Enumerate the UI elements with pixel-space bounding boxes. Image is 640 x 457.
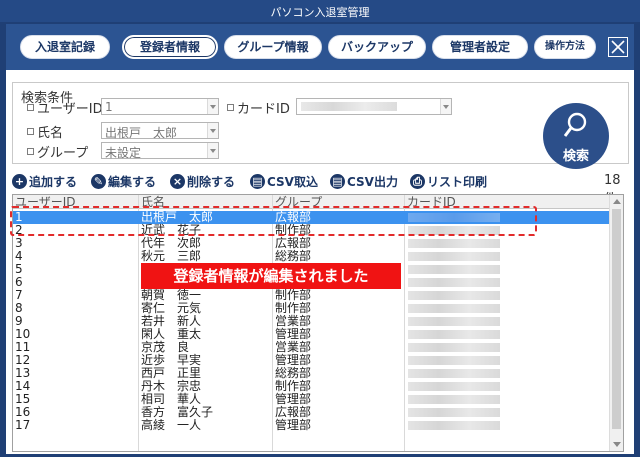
edit-label: 編集する — [108, 174, 157, 189]
cell-card-id-redacted — [408, 252, 500, 261]
card-id-redacted — [301, 102, 397, 111]
card-id-combo[interactable] — [296, 98, 452, 115]
table-row[interactable]: 11 京茂 良営業部 — [13, 341, 609, 354]
cell-card-id-redacted — [408, 382, 500, 391]
table-row[interactable]: 7 朝賀 徳一 制作部 — [13, 289, 609, 302]
csv-export-button[interactable]: ▤ CSV出力 — [330, 172, 398, 190]
window-title: パソコン入退室管理 — [270, 6, 370, 19]
table-body: 1出根戸 太郎広報部2近武 花子制作部3代年 次郎広報部4秋元 三郎総務部5日6… — [13, 211, 609, 432]
user-id-combo[interactable]: 1 — [101, 98, 219, 115]
close-icon — [611, 40, 625, 54]
table-row[interactable]: 17 高綾 一人 管理部 — [13, 419, 609, 432]
group-value: 未設定 — [105, 146, 142, 160]
name-filter[interactable]: 氏名 — [27, 121, 63, 141]
content-panel: 検索条件 ユーザーID 1 カードID 氏名 出根戸 太郎 グループ 未設定 検… — [6, 70, 634, 454]
delete-button[interactable]: × 削除する — [170, 172, 235, 190]
table-row[interactable]: 4 秋元 三郎 総務部 — [13, 250, 609, 263]
name-combo[interactable]: 出根戸 太郎 — [101, 122, 219, 140]
tab-entry-log[interactable]: 入退室記録 — [20, 35, 110, 59]
cell-card-id-redacted — [408, 343, 500, 352]
search-icon — [564, 112, 587, 137]
card-id-label: カードID — [237, 101, 290, 117]
cell-card-id-redacted — [408, 395, 500, 404]
title-bar: パソコン入退室管理 — [0, 0, 640, 22]
table-row[interactable]: 10 閑人 重太 管理部 — [13, 328, 609, 341]
name-label: 氏名 — [37, 125, 64, 141]
vertical-scrollbar[interactable] — [609, 195, 623, 451]
edit-success-notice: 登録者情報が編集されました — [141, 263, 401, 289]
cell-group: 総務部 — [275, 249, 312, 263]
chevron-down-icon[interactable] — [207, 143, 218, 158]
search-button-label: 検索 — [562, 149, 589, 164]
name-value: 出根戸 太郎 — [105, 126, 178, 140]
table-row[interactable]: 12 近歩 早実 管理部 — [13, 354, 609, 367]
name-checkbox[interactable] — [27, 127, 34, 135]
tab-groups[interactable]: グループ情報 — [224, 35, 322, 59]
delete-icon: × — [170, 173, 185, 189]
cell-card-id-redacted — [408, 421, 500, 430]
user-id-checkbox[interactable] — [27, 103, 34, 111]
scroll-down-icon[interactable] — [613, 442, 621, 447]
chevron-down-icon[interactable] — [207, 99, 218, 114]
cell-name: 高綾 一人 — [141, 418, 202, 432]
print-button[interactable]: ⎙ リスト印刷 — [410, 172, 487, 190]
card-id-filter[interactable]: カードID — [227, 97, 290, 117]
chevron-down-icon[interactable] — [440, 99, 451, 114]
selected-row-highlight — [10, 206, 537, 236]
chevron-down-icon[interactable] — [207, 123, 218, 138]
cell-card-id-redacted — [408, 239, 500, 248]
user-id-value: 1 — [105, 100, 113, 114]
cell-card-id-redacted — [408, 278, 500, 287]
cell-card-id-redacted — [408, 330, 500, 339]
export-icon: ▤ — [330, 173, 345, 189]
cell-card-id-redacted — [408, 317, 500, 326]
cell-card-id-redacted — [408, 265, 500, 274]
user-id-label: ユーザーID — [37, 101, 103, 117]
table-row[interactable]: 13 西戸 正里 総務部 — [13, 367, 609, 380]
csv-export-label: CSV出力 — [347, 174, 398, 189]
cell-card-id-redacted — [408, 356, 500, 365]
printer-icon: ⎙ — [410, 173, 425, 189]
table-row[interactable]: 16 香方 富久子 広報部 — [13, 406, 609, 419]
edit-button[interactable]: ✎ 編集する — [91, 172, 156, 190]
plus-icon: + — [12, 173, 27, 189]
delete-label: 削除する — [187, 174, 236, 189]
close-button[interactable] — [608, 37, 628, 57]
scrollbar-thumb[interactable] — [612, 209, 621, 429]
add-label: 追加する — [29, 174, 78, 189]
table-row[interactable]: 15 相司 華人 管理部 — [13, 393, 609, 406]
table-row[interactable]: 8 寄仁 元気 制作部 — [13, 302, 609, 315]
main-nav: 入退室記録 登録者情報 グループ情報 バックアップ 管理者設定 操作方法 — [6, 24, 634, 70]
tab-registrants[interactable]: 登録者情報 — [122, 35, 218, 59]
search-button[interactable]: 検索 — [543, 103, 609, 169]
tab-backup[interactable]: バックアップ — [328, 35, 426, 59]
search-conditions: 検索条件 ユーザーID 1 カードID 氏名 出根戸 太郎 グループ 未設定 検… — [12, 82, 629, 169]
cell-card-id-redacted — [408, 291, 500, 300]
group-label: グループ — [37, 145, 89, 161]
card-id-checkbox[interactable] — [227, 103, 234, 111]
cell-group: 管理部 — [275, 418, 312, 432]
import-icon: ▤ — [250, 173, 265, 189]
cell-card-id-redacted — [408, 304, 500, 313]
group-filter[interactable]: グループ — [27, 141, 88, 161]
table-row[interactable]: 14 丹木 宗忠 制作部 — [13, 380, 609, 393]
user-id-filter[interactable]: ユーザーID — [27, 97, 103, 117]
group-combo[interactable]: 未設定 — [101, 142, 219, 160]
cell-user-id: 17 — [15, 418, 31, 432]
table-row[interactable]: 3 代年 次郎 広報部 — [13, 237, 609, 250]
action-toolbar: + 追加する ✎ 編集する × 削除する ▤ CSV取込 ▤ CSV出力 ⎙ リ… — [12, 172, 632, 207]
print-label: リスト印刷 — [427, 174, 488, 189]
tab-how-to[interactable]: 操作方法 — [534, 35, 596, 59]
add-button[interactable]: + 追加する — [12, 172, 77, 190]
csv-import-button[interactable]: ▤ CSV取込 — [250, 172, 318, 190]
scroll-up-icon[interactable] — [613, 199, 621, 204]
csv-import-label: CSV取込 — [267, 174, 318, 189]
tab-admin-settings[interactable]: 管理者設定 — [432, 35, 528, 59]
group-checkbox[interactable] — [27, 147, 34, 155]
cell-card-id-redacted — [408, 408, 500, 417]
pencil-icon: ✎ — [91, 173, 106, 189]
table-row[interactable]: 9 若井 新人 営業部 — [13, 315, 609, 328]
cell-card-id-redacted — [408, 369, 500, 378]
